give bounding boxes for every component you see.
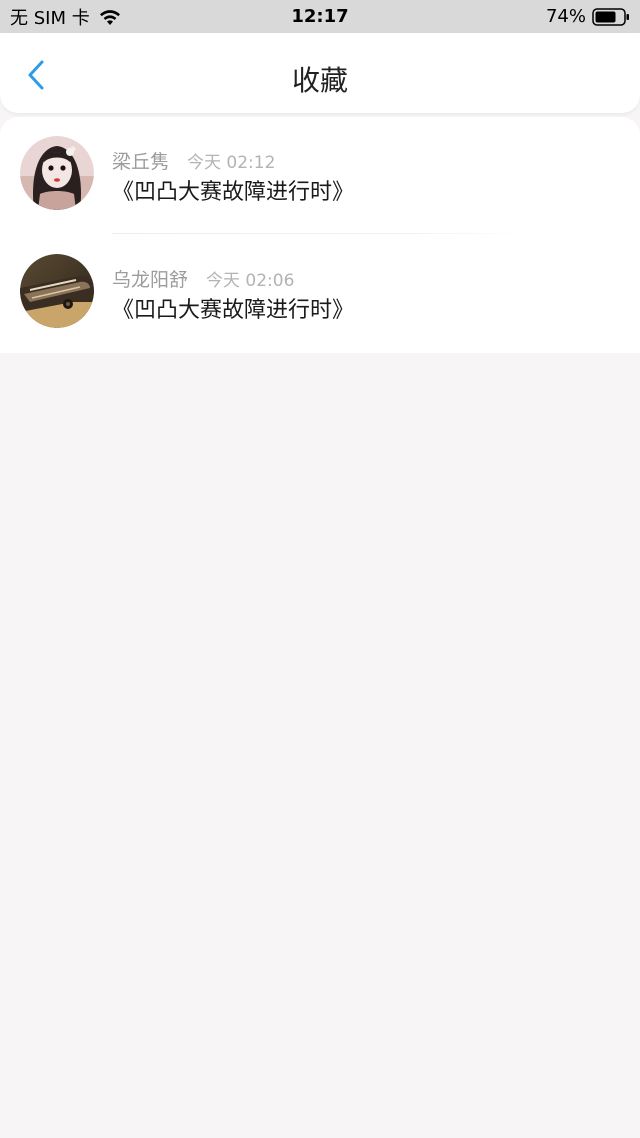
author-name: 乌龙阳舒 xyxy=(112,269,189,291)
status-left: 无 SIM 卡 xyxy=(10,4,122,30)
carrier-label: 无 SIM 卡 xyxy=(10,7,90,29)
nav-header: 收藏 xyxy=(0,33,640,113)
avatar xyxy=(20,136,94,210)
page-title: 收藏 xyxy=(291,64,348,97)
screen: 无 SIM 卡 12:17 74% 收藏 梁丘隽 今天 02:12 《凹凸大赛故… xyxy=(0,0,640,1138)
timestamp: 今天 02:06 xyxy=(206,271,295,291)
item-meta: 乌龙阳舒 今天 02:06 xyxy=(112,265,294,292)
favorites-list: 梁丘隽 今天 02:12 《凹凸大赛故障进行时》 乌龙阳舒 今天 02:06 《… xyxy=(0,117,640,353)
battery-percentage: 74% xyxy=(545,6,586,27)
item-meta: 梁丘隽 今天 02:12 xyxy=(112,147,275,174)
favorite-item[interactable]: 乌龙阳舒 今天 02:06 《凹凸大赛故障进行时》 xyxy=(0,235,640,353)
favorite-item[interactable]: 梁丘隽 今天 02:12 《凹凸大赛故障进行时》 xyxy=(0,117,640,235)
timestamp: 今天 02:12 xyxy=(187,153,276,173)
item-title: 《凹凸大赛故障进行时》 xyxy=(112,298,355,323)
wifi-icon xyxy=(99,9,120,25)
author-name: 梁丘隽 xyxy=(112,151,170,173)
item-title: 《凹凸大赛故障进行时》 xyxy=(112,180,355,205)
status-right: 74% xyxy=(546,6,630,27)
status-bar: 无 SIM 卡 12:17 74% xyxy=(0,0,640,33)
divider xyxy=(112,233,532,234)
avatar xyxy=(20,254,94,328)
battery-icon xyxy=(592,7,629,26)
